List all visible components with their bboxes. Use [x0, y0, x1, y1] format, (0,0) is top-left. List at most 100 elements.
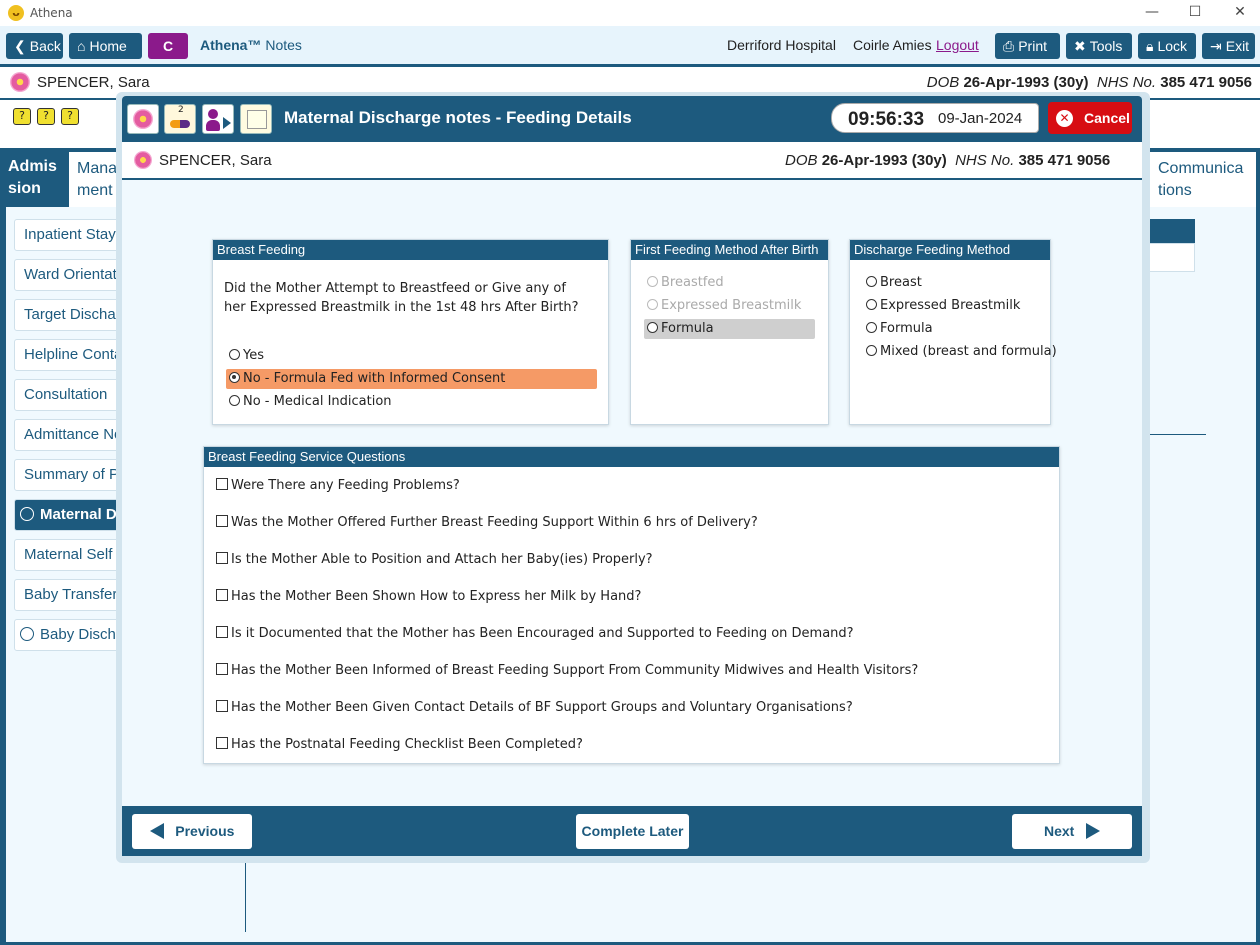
home-button[interactable]: ⌂ Home	[69, 33, 142, 59]
app-name: Athena™ Notes	[200, 37, 302, 53]
help-icon[interactable]: ?	[37, 108, 55, 125]
sidebar-item-summary[interactable]: Summary of P	[14, 459, 124, 491]
sidebar-item-maternal-self[interactable]: Maternal Self	[14, 539, 124, 571]
question-checkbox[interactable]: Were There any Feeding Problems?	[216, 478, 460, 493]
radio-formula[interactable]: Formula	[866, 321, 933, 336]
discharge-feeding-panel: Discharge Feeding Method Breast Expresse…	[849, 239, 1057, 425]
previous-button[interactable]: Previous	[132, 814, 252, 849]
radio-formula[interactable]: Formula	[647, 321, 714, 336]
breast-feeding-question: Did the Mother Attempt to Breastfeed or …	[224, 281, 579, 315]
question-checkbox[interactable]: Has the Postnatal Feeding Checklist Been…	[216, 737, 583, 752]
panel-header: First Feeding Method After Birth	[631, 240, 828, 260]
sidebar-item-inpatient-stay[interactable]: Inpatient Stay	[14, 219, 124, 251]
print-button[interactable]: ⎙ Print	[995, 33, 1060, 59]
sidebar-item-consultation[interactable]: Consultation	[14, 379, 124, 411]
radio-mixed[interactable]: Mixed (breast and formula)	[866, 344, 1057, 359]
radio-no-formula[interactable]: No - Formula Fed with Informed Consent	[229, 371, 505, 386]
question-checkbox[interactable]: Is it Documented that the Mother has Bee…	[216, 626, 854, 641]
patient-name: SPENCER, Sara	[159, 152, 272, 169]
radio-breast[interactable]: Breast	[866, 275, 922, 290]
clock-time: 09:56:33	[848, 109, 925, 130]
panel-header: Discharge Feeding Method	[850, 240, 1050, 260]
checkbox-icon	[216, 589, 228, 601]
question-checkbox[interactable]: Has the Mother Been Informed of Breast F…	[216, 663, 918, 678]
flower-icon	[134, 151, 152, 173]
close-icon[interactable]: ✕	[1230, 4, 1250, 20]
patient-identifiers: DOB 26-Apr-1993 (30y) NHS No. 385 471 90…	[926, 74, 1252, 91]
question-checkbox[interactable]: Is the Mother Able to Position and Attac…	[216, 552, 653, 567]
service-questions-panel: Breast Feeding Service Questions	[203, 446, 1060, 764]
tab-communications[interactable]: Communica tions	[1150, 152, 1256, 207]
radio-icon	[229, 395, 240, 406]
radio-icon	[229, 372, 240, 383]
window-title: Athena	[30, 6, 73, 20]
radio-breastfed: Breastfed	[647, 275, 724, 290]
checkbox-icon	[216, 663, 228, 675]
alert-icon[interactable]: ?	[13, 108, 31, 125]
tab-admission[interactable]: Admis sion	[0, 150, 69, 207]
arrow-right-icon	[1086, 823, 1101, 839]
exit-button[interactable]: ⇥ Exit	[1202, 33, 1255, 59]
maximize-icon[interactable]: ☐	[1185, 4, 1205, 20]
sidebar-item-target-discharge[interactable]: Target Discharge	[14, 299, 124, 331]
checkbox-icon	[216, 552, 228, 564]
mother-baby-icon[interactable]	[202, 104, 234, 134]
radio-icon	[866, 299, 877, 310]
sidebar-item-baby-transfer[interactable]: Baby Transfer	[14, 579, 124, 611]
c-button[interactable]: C	[148, 33, 188, 59]
window-title-bar: ᴗ Athena — ☐ ✕	[0, 0, 1260, 26]
radio-expressed[interactable]: Expressed Breastmilk	[866, 298, 1020, 313]
checkbox-icon	[216, 515, 228, 527]
radio-icon	[647, 299, 658, 310]
background-divider	[1146, 434, 1206, 435]
radio-no-medical[interactable]: No - Medical Indication	[229, 394, 392, 409]
help-icon[interactable]: ?	[61, 108, 79, 125]
tools-button[interactable]: ✖ Tools	[1066, 33, 1132, 59]
minimize-icon[interactable]: —	[1142, 4, 1162, 20]
circle-icon	[20, 507, 34, 521]
printer-icon: ⎙	[1003, 38, 1015, 54]
back-button[interactable]: ❮ Back	[6, 33, 63, 59]
arrow-left-icon	[149, 823, 164, 839]
notepad-icon[interactable]	[240, 104, 272, 134]
clock-date: 09-Jan-2024	[938, 110, 1023, 127]
complete-later-button[interactable]: Complete Later	[576, 814, 689, 849]
radio-icon	[866, 345, 877, 356]
logout-link[interactable]: Logout	[936, 37, 979, 53]
chevron-left-icon: ❮	[14, 38, 26, 54]
hospital-name: Derriford Hospital	[727, 37, 836, 53]
checkbox-icon	[216, 737, 228, 749]
medication-icon[interactable]: 2	[164, 104, 196, 134]
circle-icon	[20, 627, 34, 641]
question-checkbox[interactable]: Has the Mother Been Shown How to Express…	[216, 589, 641, 604]
user-name: Coirle Amies	[853, 37, 932, 53]
next-button[interactable]: Next	[1012, 814, 1132, 849]
radio-yes[interactable]: Yes	[229, 348, 264, 363]
panel-header: Breast Feeding	[213, 240, 608, 260]
patient-name: SPENCER, Sara	[37, 74, 150, 91]
lock-icon: 🔒︎	[1146, 38, 1154, 54]
first-feeding-panel: First Feeding Method After Birth Breastf…	[630, 239, 829, 425]
radio-icon	[647, 276, 658, 287]
flower-icon[interactable]	[127, 104, 159, 134]
flower-icon	[10, 72, 30, 96]
background-divider	[245, 858, 246, 932]
question-checkbox[interactable]: Was the Mother Offered Further Breast Fe…	[216, 515, 758, 530]
checkbox-icon	[216, 700, 228, 712]
cancel-icon: ✕	[1056, 110, 1073, 127]
lock-button[interactable]: 🔒︎ Lock	[1138, 33, 1196, 59]
sidebar-item-ward-orientation[interactable]: Ward Orientation	[14, 259, 124, 291]
panel-header: Breast Feeding Service Questions	[204, 447, 1059, 467]
patient-identifiers: DOB 26-Apr-1993 (30y) NHS No. 385 471 90…	[785, 152, 1111, 169]
home-icon: ⌂	[77, 38, 86, 54]
question-checkbox[interactable]: Has the Mother Been Given Contact Detail…	[216, 700, 853, 715]
radio-icon	[229, 349, 240, 360]
exit-icon: ⇥	[1210, 38, 1222, 54]
checkbox-icon	[216, 478, 228, 490]
sidebar-item-admittance[interactable]: Admittance Notes	[14, 419, 124, 451]
radio-icon	[866, 322, 877, 333]
radio-icon	[866, 276, 877, 287]
sidebar-item-helpline-contact[interactable]: Helpline Contact	[14, 339, 124, 371]
athena-logo-icon: ᴗ	[8, 5, 24, 21]
dialog-title: Maternal Discharge notes - Feeding Detai…	[284, 108, 632, 127]
